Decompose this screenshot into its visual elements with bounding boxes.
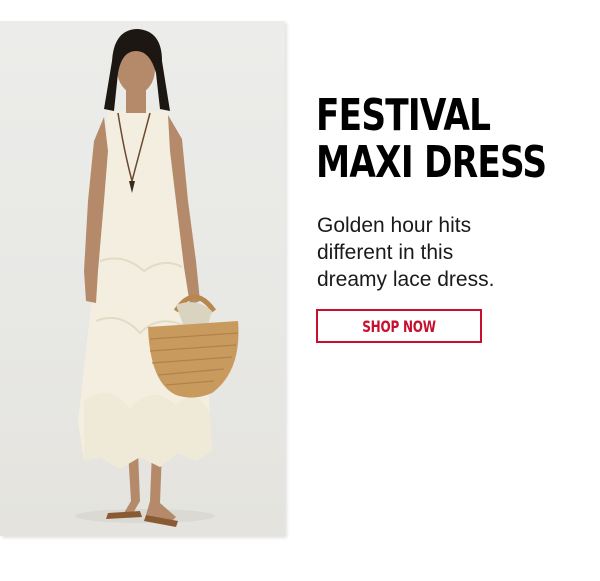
product-title: FESTIVAL MAXI DRESS bbox=[316, 90, 547, 188]
product-description: Golden hour hits different in this dream… bbox=[317, 212, 547, 293]
description-line-2: different in this bbox=[317, 241, 454, 264]
shop-now-button[interactable]: SHOP NOW bbox=[316, 309, 482, 343]
product-title-line-1: FESTIVAL bbox=[316, 90, 491, 141]
model-photo-icon bbox=[75, 29, 239, 527]
shop-now-label: SHOP NOW bbox=[362, 316, 436, 336]
description-line-3: dreamy lace dress. bbox=[317, 268, 495, 291]
product-title-line-2: MAXI DRESS bbox=[316, 137, 547, 188]
product-photo[interactable] bbox=[0, 21, 285, 536]
description-line-1: Golden hour hits bbox=[317, 214, 472, 237]
